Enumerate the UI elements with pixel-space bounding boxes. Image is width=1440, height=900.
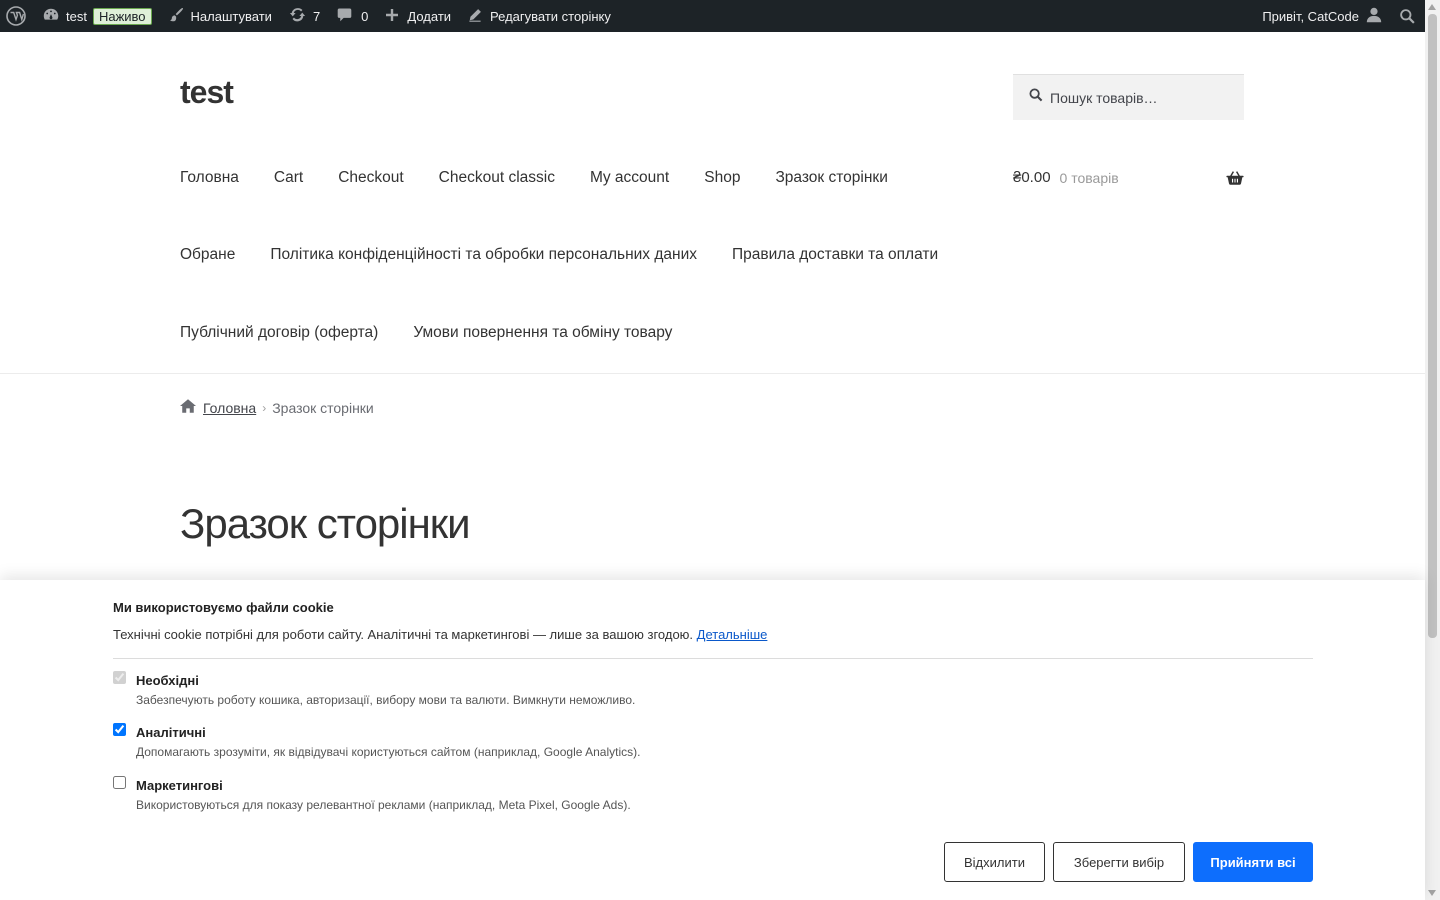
updates-icon bbox=[288, 5, 307, 27]
edit-page-label: Редагувати сторінку bbox=[490, 8, 611, 24]
cart-total: ₴0.00 bbox=[1013, 169, 1051, 186]
breadcrumb: Головна › Зразок сторінки bbox=[180, 399, 374, 416]
cookie-description: Технічні cookie потрібні для роботи сайт… bbox=[113, 627, 767, 642]
header-cart[interactable]: ₴0.00 0 товарів bbox=[1013, 169, 1244, 186]
marketing-checkbox[interactable] bbox=[113, 776, 126, 789]
cookie-actions: Відхилити Зберегти вибір Прийняти всі bbox=[944, 842, 1313, 882]
cookie-description-text: Технічні cookie потрібні для роботи сайт… bbox=[113, 627, 694, 642]
new-content-label: Додати bbox=[407, 8, 452, 24]
nav-row-1: Головна Cart Checkout Checkout classic M… bbox=[180, 169, 923, 187]
new-content-link[interactable]: Додати bbox=[376, 0, 459, 32]
nav-item-delivery-payment[interactable]: Правила доставки та оплати bbox=[732, 246, 938, 264]
wordpress-logo-icon[interactable] bbox=[0, 0, 34, 32]
analytics-note: Допомагають зрозуміти, як відвідувачі ко… bbox=[136, 745, 641, 759]
analytics-checkbox[interactable] bbox=[113, 723, 126, 736]
updates-count: 7 bbox=[312, 8, 321, 24]
greeting-text: Привіт, CatCode bbox=[1262, 8, 1359, 24]
breadcrumb-home-link[interactable]: Головна bbox=[203, 400, 256, 416]
search-icon bbox=[1029, 88, 1050, 107]
account-menu[interactable]: Привіт, CatCode bbox=[1254, 0, 1391, 32]
edit-page-link[interactable]: Редагувати сторінку bbox=[459, 0, 619, 32]
pencil-icon bbox=[467, 7, 483, 26]
nav-item-privacy-policy[interactable]: Політика конфіденційності та обробки пер… bbox=[270, 246, 697, 264]
site-name-label: test bbox=[66, 8, 87, 24]
analytics-label[interactable]: Аналітичні bbox=[136, 725, 206, 740]
paintbrush-icon bbox=[168, 6, 185, 26]
site-title[interactable]: test bbox=[180, 74, 234, 111]
comment-icon bbox=[336, 6, 353, 26]
nav-item-sample-page[interactable]: Зразок сторінки bbox=[775, 169, 887, 187]
nav-item-shop[interactable]: Shop bbox=[704, 169, 740, 187]
nav-item-checkout-classic[interactable]: Checkout classic bbox=[439, 169, 555, 187]
nav-item-checkout[interactable]: Checkout bbox=[338, 169, 403, 187]
nav-row-2: Обране Політика конфіденційності та обро… bbox=[180, 246, 973, 264]
header-divider bbox=[0, 373, 1425, 374]
nav-item-returns[interactable]: Умови повернення та обміну товару bbox=[413, 324, 672, 342]
page-scrollbar[interactable] bbox=[1425, 0, 1440, 900]
customize-link[interactable]: Налаштувати bbox=[160, 0, 280, 32]
accept-all-button[interactable]: Прийняти всі bbox=[1193, 842, 1313, 882]
nav-row-3: Публічний договір (оферта) Умови поверне… bbox=[180, 324, 707, 342]
scroll-up-arrow-icon[interactable] bbox=[1428, 4, 1436, 10]
customize-label: Налаштувати bbox=[190, 8, 272, 24]
cart-item-count: 0 товарів bbox=[1059, 169, 1119, 186]
basket-icon[interactable] bbox=[1226, 170, 1244, 186]
comments-link[interactable]: 0 bbox=[328, 0, 376, 32]
cookie-details-link[interactable]: Детальніше bbox=[697, 627, 768, 642]
comments-count: 0 bbox=[361, 8, 369, 24]
marketing-label[interactable]: Маркетингові bbox=[136, 778, 223, 793]
home-icon bbox=[180, 399, 203, 416]
nav-item-home[interactable]: Головна bbox=[180, 169, 239, 187]
necessary-checkbox bbox=[113, 671, 126, 684]
plus-icon bbox=[384, 7, 400, 26]
nav-item-wishlist[interactable]: Обране bbox=[180, 246, 235, 264]
user-avatar-icon bbox=[1365, 6, 1383, 27]
updates-link[interactable]: 7 bbox=[280, 0, 328, 32]
scroll-down-arrow-icon[interactable] bbox=[1428, 890, 1436, 896]
dashboard-icon bbox=[42, 6, 60, 27]
site-name-menu[interactable]: test Наживо bbox=[34, 0, 160, 32]
reject-button[interactable]: Відхилити bbox=[944, 842, 1045, 882]
nav-item-my-account[interactable]: My account bbox=[590, 169, 669, 187]
nav-item-cart[interactable]: Cart bbox=[274, 169, 303, 187]
admin-bar: test Наживо Налаштувати 7 0 Додати Редаг… bbox=[0, 0, 1440, 32]
product-search[interactable] bbox=[1013, 74, 1244, 120]
breadcrumb-current: Зразок сторінки bbox=[272, 399, 374, 416]
page-title: Зразок сторінки bbox=[180, 500, 471, 547]
save-choice-button[interactable]: Зберегти вибір bbox=[1053, 842, 1185, 882]
necessary-label: Необхідні bbox=[136, 673, 199, 688]
scrollbar-thumb[interactable] bbox=[1428, 14, 1437, 638]
cookie-divider bbox=[113, 658, 1313, 659]
cookie-consent-banner: Ми використовуємо файли cookie Технічні … bbox=[0, 580, 1425, 900]
live-status-badge: Наживо bbox=[92, 7, 152, 25]
marketing-note: Використовуються для показу релевантної … bbox=[136, 798, 631, 812]
search-input[interactable] bbox=[1050, 89, 1230, 106]
breadcrumb-separator-icon: › bbox=[262, 400, 267, 415]
necessary-note: Забезпечують роботу кошика, авторизації,… bbox=[136, 693, 636, 707]
nav-item-public-offer[interactable]: Публічний договір (оферта) bbox=[180, 324, 378, 342]
cookie-title: Ми використовуємо файли cookie bbox=[113, 600, 334, 615]
